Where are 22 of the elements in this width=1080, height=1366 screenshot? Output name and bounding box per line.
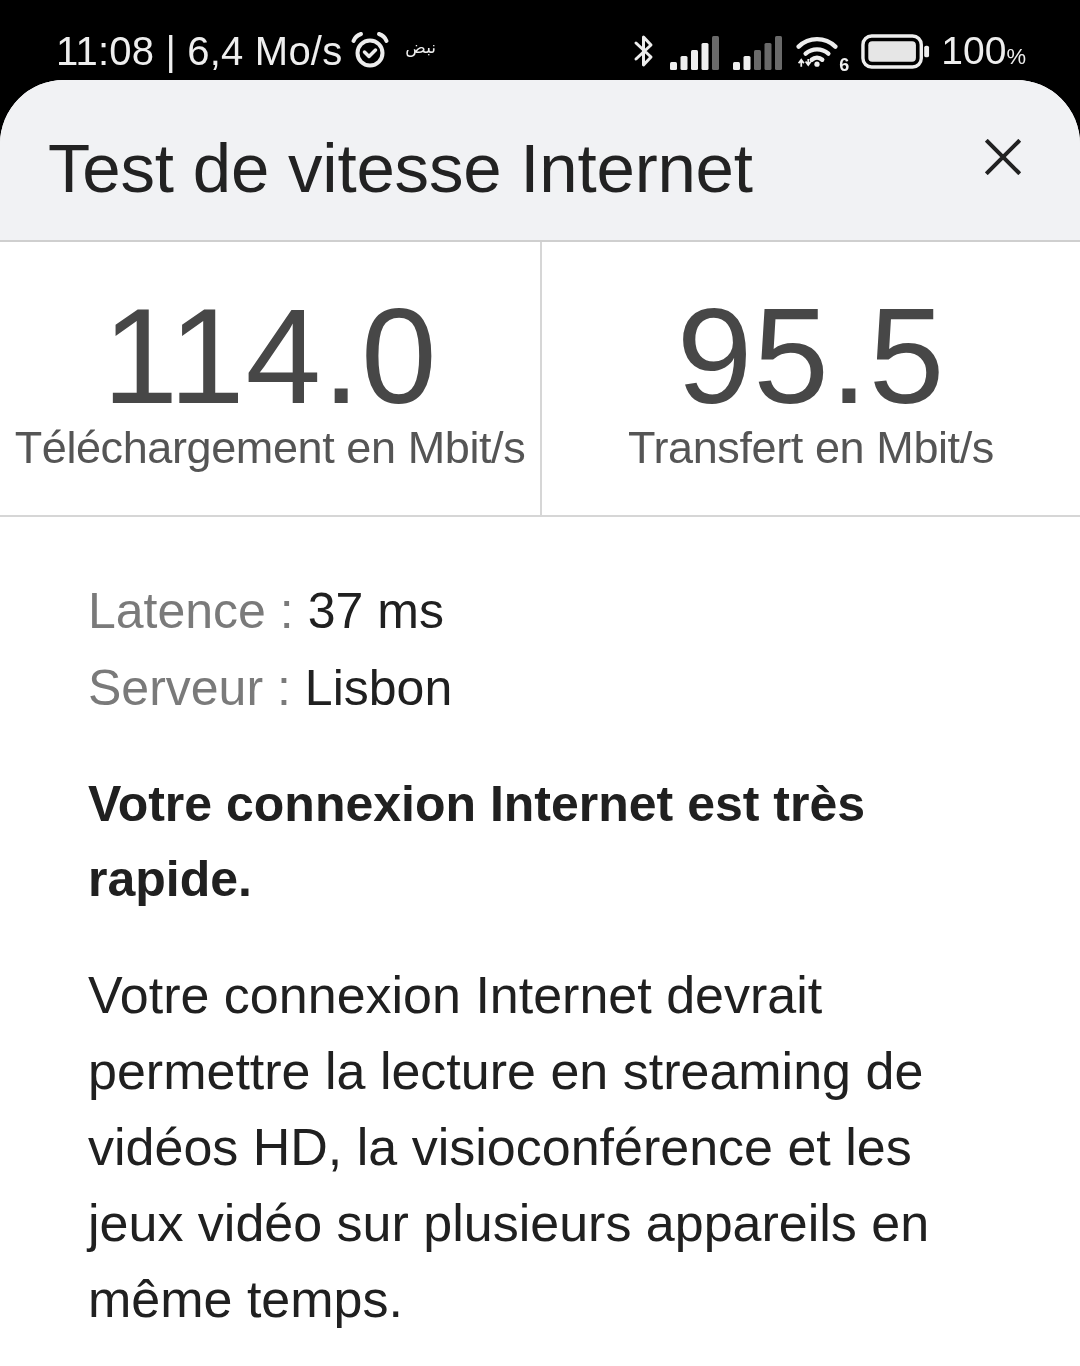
close-button[interactable] xyxy=(982,136,1024,178)
speed-value: 114.0 xyxy=(102,291,438,421)
detail-label: Latence : xyxy=(88,583,294,639)
detail-value: Lisbon xyxy=(304,660,453,716)
signal-icon xyxy=(670,36,721,70)
wifi-generation-label: 6 xyxy=(839,56,850,74)
speed-label: Transfert en Mbit/s xyxy=(628,421,994,475)
wifi-icon xyxy=(796,34,839,68)
speed-value: 95.5 xyxy=(676,291,946,421)
speed-description: Votre connexion Internet devrait permettre la lecture en streaming de vidéos HD, la visioconférence et les jeux vidéo sur plusieurs appareils en même temps. xyxy=(88,965,931,1330)
percent-sign: % xyxy=(1006,44,1026,70)
battery-icon xyxy=(861,33,932,69)
signal-icon xyxy=(733,36,784,70)
speed-verdict: Votre connexion Internet est très rapide. xyxy=(88,775,867,909)
close-icon xyxy=(985,139,1021,175)
sheet-title: Test de vitesse Internet xyxy=(48,130,753,208)
detail-value: 37 ms xyxy=(307,583,444,639)
notification-label: نبض xyxy=(405,36,437,58)
detail-label: Serveur : xyxy=(88,660,291,716)
speed-label: Téléchargement en Mbit/s xyxy=(14,421,526,475)
status-time-speed: 11:08 | 6,4 Mo/s xyxy=(56,28,343,74)
battery-percentage: 100 xyxy=(941,28,1007,74)
